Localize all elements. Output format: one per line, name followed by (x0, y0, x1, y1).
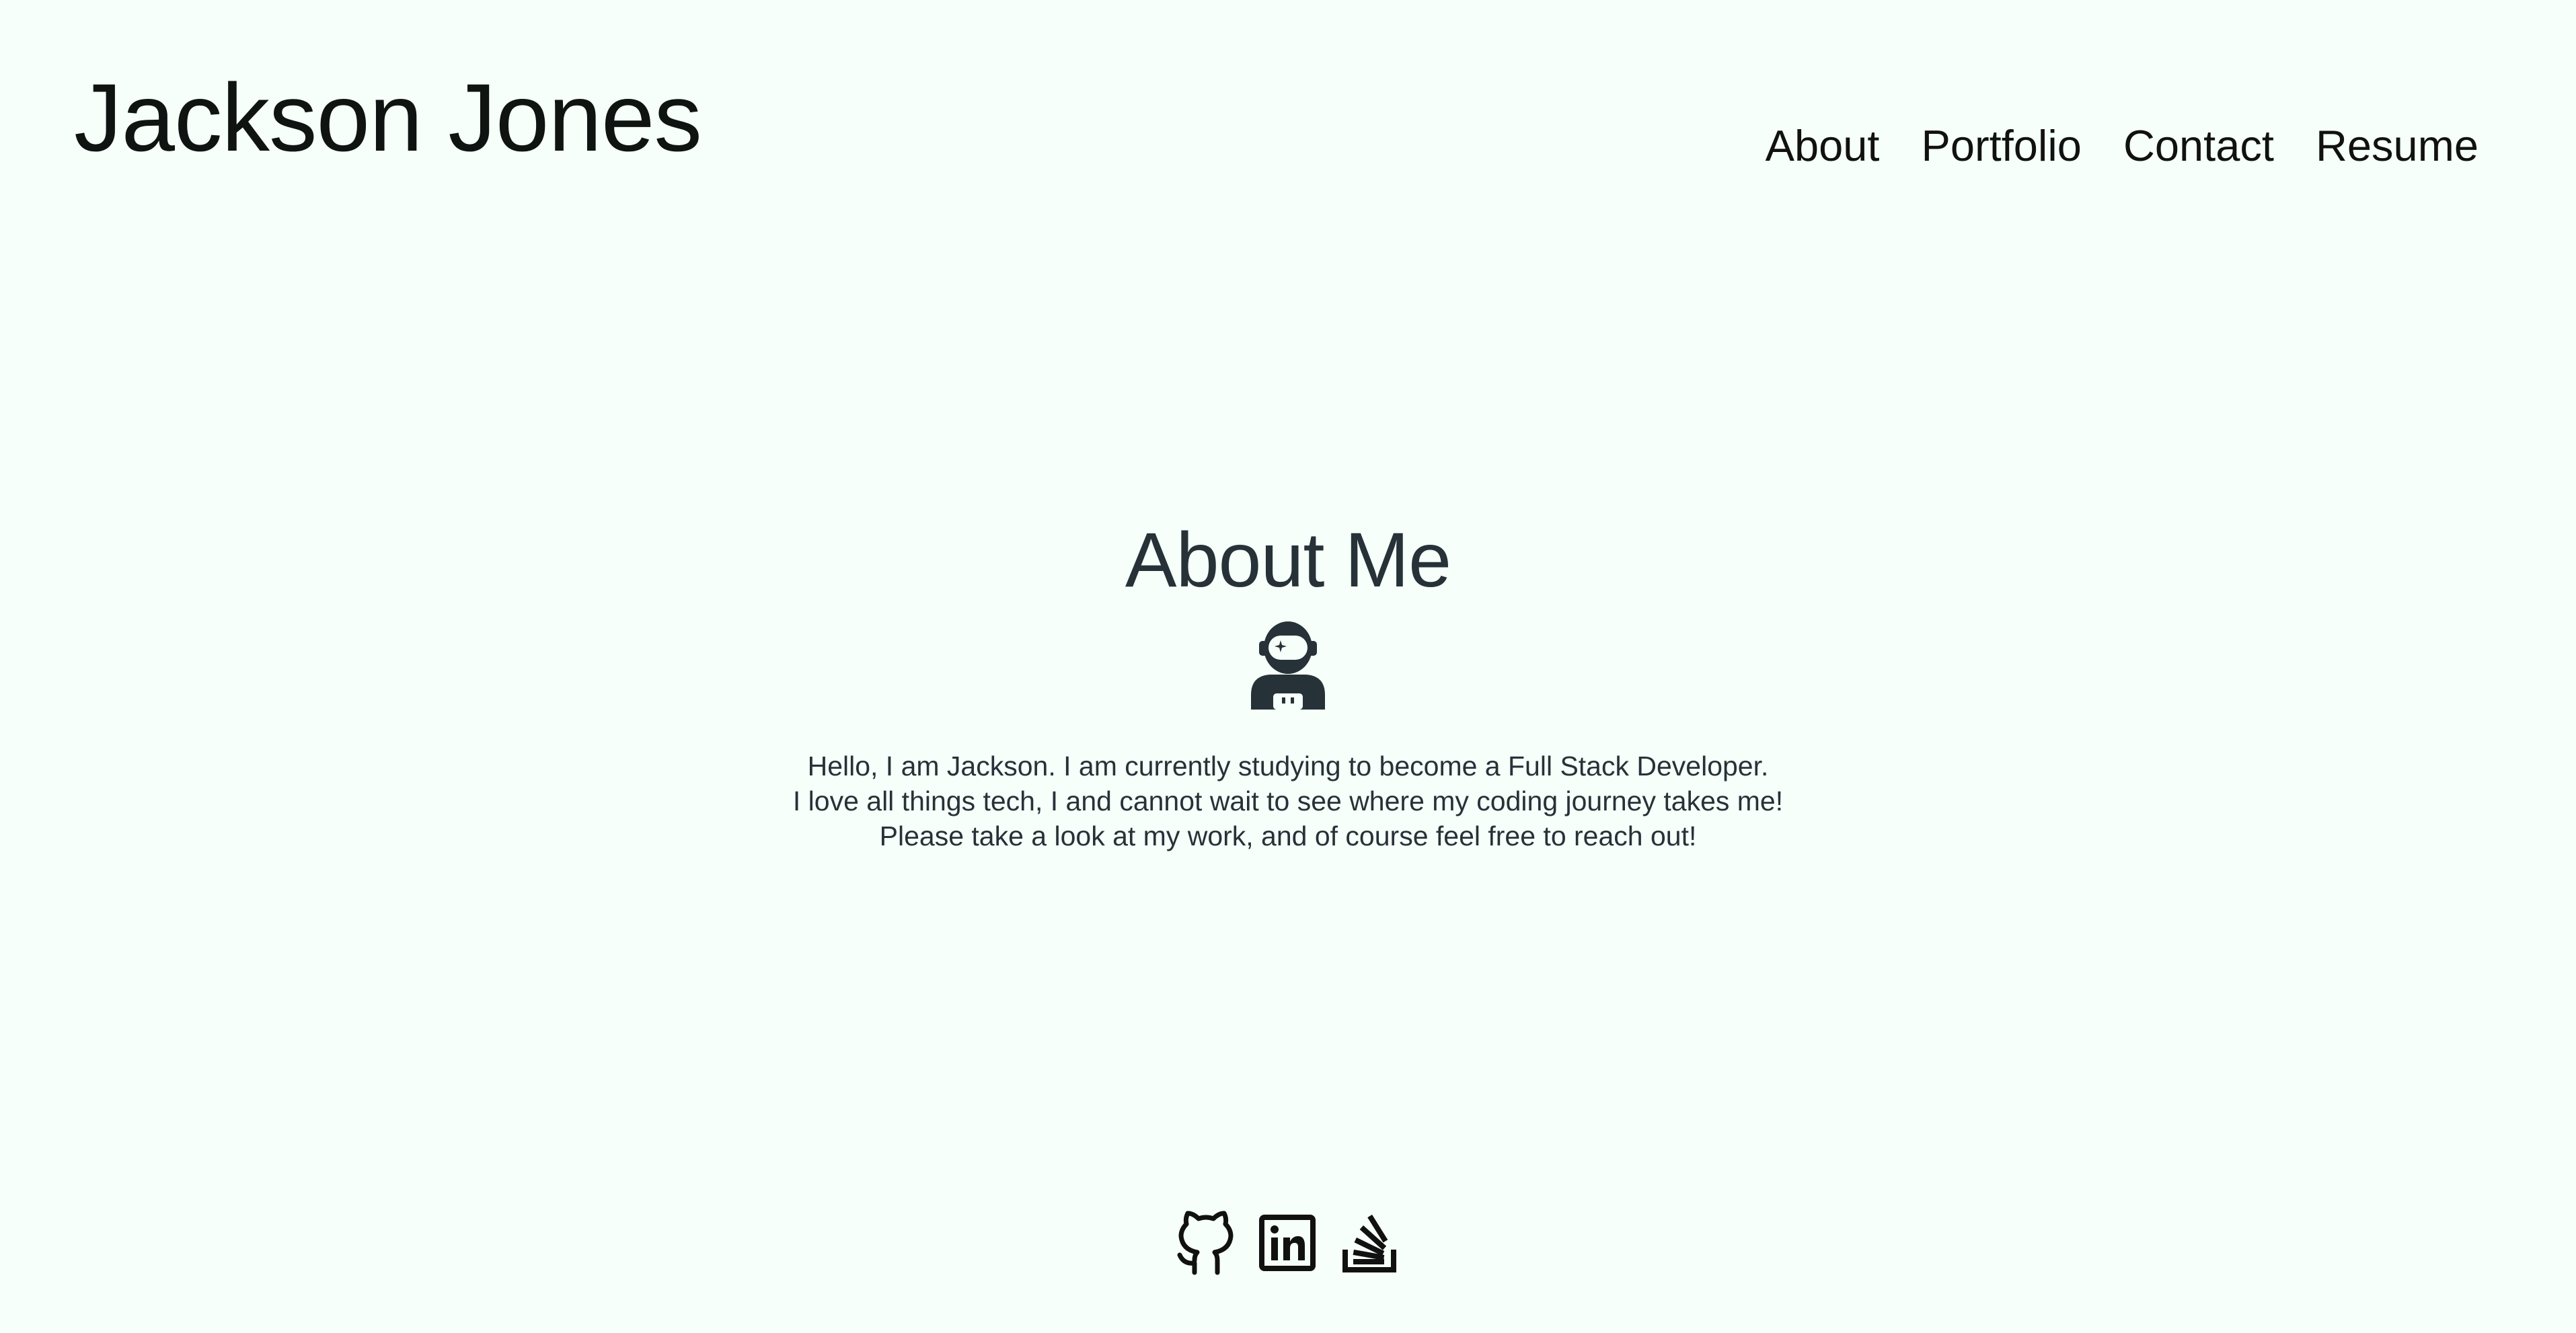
linkedin-link[interactable] (1258, 1211, 1318, 1275)
bio-line: I love all things tech, I and cannot wai… (792, 785, 1784, 816)
github-link[interactable] (1176, 1211, 1236, 1275)
main-nav: About Portfolio Contact Resume (1766, 124, 2478, 167)
bio-line: Hello, I am Jackson. I am currently stud… (807, 750, 1769, 782)
about-section: About Me Hello, I am Jackson. I am curre… (0, 518, 2576, 853)
page: Jackson Jones About Portfolio Contact Re… (0, 0, 2576, 1333)
astronaut-icon (1251, 621, 1325, 710)
bio-line: Please take a look at my work, and of co… (879, 820, 1697, 851)
nav-portfolio[interactable]: Portfolio (1921, 124, 2081, 167)
stackoverflow-link[interactable] (1340, 1211, 1400, 1275)
stackoverflow-icon (1342, 1215, 1396, 1272)
about-title: About Me (1125, 517, 1451, 603)
github-icon (1177, 1211, 1234, 1275)
linkedin-icon (1259, 1215, 1316, 1271)
social-links (0, 1211, 2576, 1275)
bio-text: Hello, I am Jackson. I am currently stud… (0, 749, 2576, 853)
site-name: Jackson Jones (74, 65, 702, 172)
nav-resume[interactable]: Resume (2316, 124, 2478, 167)
nav-about[interactable]: About (1766, 124, 1880, 167)
nav-contact[interactable]: Contact (2123, 124, 2274, 167)
